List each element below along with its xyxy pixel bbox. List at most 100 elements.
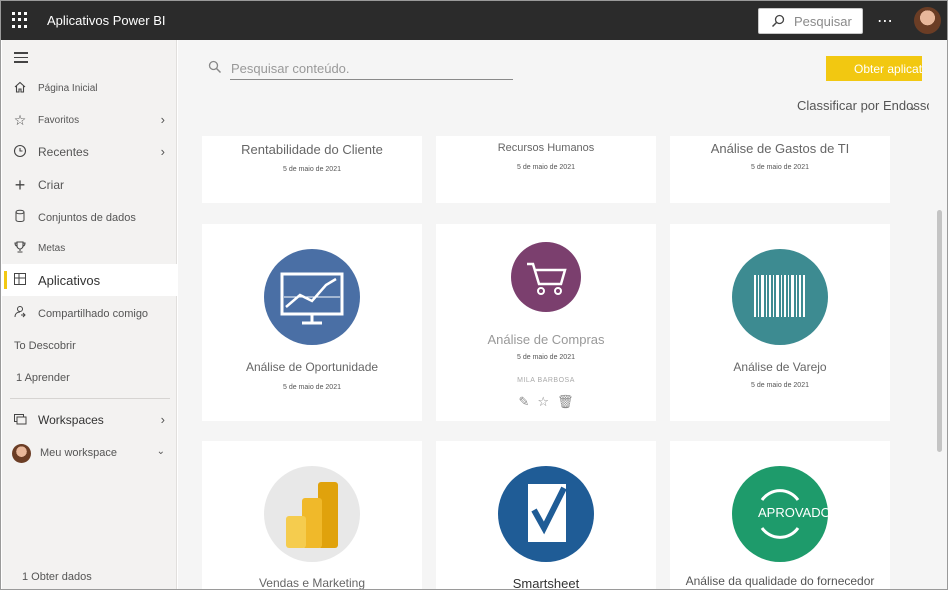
- workspace-avatar: [12, 444, 31, 463]
- workspaces-icon: [12, 412, 28, 428]
- search-icon: [208, 60, 222, 74]
- chevron-right-icon: ›: [160, 412, 165, 427]
- home-icon: [12, 80, 28, 96]
- hamburger-menu-icon[interactable]: [14, 52, 28, 66]
- chevron-down-icon: ⌄: [156, 446, 165, 457]
- app-logo-opportunity: [264, 249, 360, 345]
- app-card[interactable]: Análise de Gastos de TI 5 de maio de 202…: [670, 136, 890, 203]
- app-card-date: 5 de maio de 2021: [517, 354, 575, 361]
- content-search-input[interactable]: Pesquisar conteúdo.: [208, 56, 513, 80]
- sidebar-item-recent[interactable]: Recentes ›: [2, 136, 177, 168]
- edit-icon[interactable]: ✎: [518, 394, 529, 409]
- top-search-box[interactable]: Pesquisar: [758, 8, 863, 34]
- sidebar-divider: [10, 398, 170, 399]
- clock-icon: [12, 144, 28, 160]
- get-apps-button[interactable]: Obter aplicativos: [826, 56, 922, 81]
- apps-icon: [12, 272, 28, 288]
- search-icon: [771, 14, 785, 28]
- vertical-scrollbar[interactable]: [937, 210, 942, 452]
- get-data-link[interactable]: 1 Obter dados: [22, 571, 92, 583]
- app-card-title: Análise da qualidade do fornecedor: [685, 574, 875, 588]
- app-card-date: 5 de maio de 2021: [283, 166, 341, 173]
- sidebar-item-goals[interactable]: Metas: [2, 232, 177, 264]
- app-logo-retail: [732, 249, 828, 345]
- chevron-right-icon: ›: [160, 112, 165, 127]
- app-logo-supplier-quality: APROVADO: [732, 466, 831, 562]
- sidebar-item-create[interactable]: + Criar: [2, 169, 177, 201]
- content-search-placeholder: Pesquisar conteúdo.: [231, 61, 350, 76]
- sidebar-item-label: Workspaces: [38, 413, 104, 427]
- app-card-date: 5 de maio de 2021: [751, 382, 809, 389]
- app-card-title: Smartsheet: [512, 576, 580, 590]
- app-card-title: Análise de Gastos de TI: [710, 141, 850, 156]
- sidebar-item-label: To Descobrir: [14, 340, 76, 352]
- app-card-title: Rentabilidade do Cliente: [241, 142, 383, 157]
- sidebar-item-discover[interactable]: To Descobrir: [2, 329, 177, 361]
- sidebar-item-label: Criar: [38, 178, 64, 192]
- sidebar-item-apps[interactable]: Aplicativos: [2, 264, 177, 296]
- app-card-author: MILA BARBOSA: [517, 377, 575, 384]
- app-card-title: Análise de Varejo: [733, 360, 827, 374]
- sidebar-item-label: Recentes: [38, 145, 89, 159]
- star-icon: ☆: [13, 112, 27, 128]
- app-title: Aplicativos Power BI: [47, 13, 166, 28]
- barcode-icon: [754, 275, 805, 317]
- plus-icon: +: [14, 175, 26, 195]
- trophy-icon: [12, 240, 28, 256]
- app-card[interactable]: Análise de Compras 5 de maio de 2021 MIL…: [436, 224, 656, 421]
- share-icon: [12, 305, 28, 321]
- sidebar-item-label: Favoritos: [38, 115, 80, 126]
- top-bar: Aplicativos Power BI Pesquisar ⋯: [1, 1, 947, 40]
- app-card-title: Recursos Humanos: [497, 142, 595, 154]
- sidebar-item-learn[interactable]: 1 Aprender: [2, 361, 177, 393]
- sidebar-item-label: Conjuntos de dados: [38, 212, 136, 224]
- chart-monitor-icon: [280, 272, 344, 325]
- app-card-date: 5 de maio de 2021: [283, 384, 341, 391]
- app-card-actions: ✎ ☆ 🗑: [436, 394, 656, 410]
- app-card[interactable]: Vendas e Marketing: [202, 441, 422, 590]
- favorite-star-icon[interactable]: ☆: [537, 394, 549, 409]
- app-card[interactable]: Smartsheet: [436, 441, 656, 590]
- sidebar-item-label: Metas: [38, 243, 66, 254]
- app-card-title: Análise de Compras: [487, 332, 605, 347]
- sidebar-item-label: Meu workspace: [40, 447, 118, 459]
- app-card[interactable]: Análise de Oportunidade 5 de maio de 202…: [202, 224, 422, 421]
- chevron-down-icon[interactable]: ⌄: [908, 100, 917, 113]
- sidebar-item-datasets[interactable]: Conjuntos de dados: [2, 201, 177, 233]
- app-logo-smartsheet: [498, 466, 594, 562]
- app-card-date: 5 de maio de 2021: [517, 164, 575, 171]
- app-card[interactable]: Rentabilidade do Cliente 5 de maio de 20…: [202, 136, 422, 203]
- sidebar-item-workspaces[interactable]: Workspaces ›: [2, 404, 177, 436]
- shopping-cart-icon: [527, 262, 567, 295]
- sidebar-item-label: Compartilhado comigo: [38, 308, 149, 320]
- app-card[interactable]: APROVADO Análise da qualidade do fornece…: [670, 441, 890, 589]
- chevron-right-icon: ›: [160, 144, 165, 159]
- app-logo-sales-marketing: [264, 466, 360, 562]
- app-card-title: Vendas e Marketing: [258, 576, 366, 590]
- app-card-date: 5 de maio de 2021: [751, 164, 809, 171]
- sidebar-item-label: Aplicativos: [38, 273, 101, 288]
- sidebar: Página Inicial ☆ Favoritos › Recentes › …: [2, 40, 177, 589]
- sidebar-item-label: Página Inicial: [38, 83, 98, 94]
- top-search-placeholder: Pesquisar: [794, 14, 852, 29]
- sidebar-item-favorites[interactable]: ☆ Favoritos ›: [2, 104, 177, 136]
- power-bi-logo-icon: [286, 482, 338, 548]
- app-window: Aplicativos Power BI Pesquisar ⋯ Página …: [0, 0, 948, 590]
- smartsheet-check-icon: [528, 484, 567, 542]
- user-avatar[interactable]: [914, 7, 941, 34]
- sidebar-item-shared[interactable]: Compartilhado comigo: [2, 297, 177, 329]
- app-card-title: Análise de Oportunidade: [245, 360, 379, 374]
- sidebar-item-label: 1 Aprender: [16, 372, 70, 384]
- sidebar-item-home[interactable]: Página Inicial: [2, 72, 177, 104]
- app-card[interactable]: Análise de Varejo 5 de maio de 2021: [670, 224, 890, 421]
- sidebar-item-my-workspace[interactable]: Meu workspace ⌄: [2, 436, 177, 468]
- app-card[interactable]: Recursos Humanos 5 de maio de 2021: [436, 136, 656, 203]
- database-icon: [12, 209, 28, 225]
- more-options-icon[interactable]: ⋯: [877, 11, 894, 31]
- app-logo-purchasing: [511, 242, 581, 312]
- get-apps-label: Obter aplicativos: [854, 62, 922, 76]
- delete-icon[interactable]: 🗑: [557, 394, 574, 409]
- main-content: Pesquisar conteúdo. Obter aplicativos Cl…: [178, 40, 947, 590]
- approval-logo-text: APROVADO: [758, 505, 831, 520]
- app-launcher-icon[interactable]: [12, 12, 28, 28]
